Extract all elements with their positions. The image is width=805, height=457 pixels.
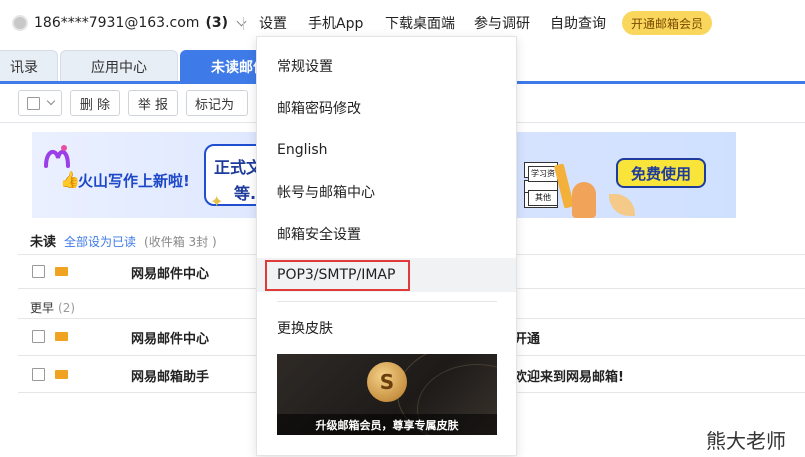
mark-as-label: 标记为 xyxy=(195,97,235,113)
envelope-icon xyxy=(55,332,68,341)
tab-contacts[interactable]: 讯录 xyxy=(0,50,58,82)
row-checkbox[interactable] xyxy=(32,368,45,381)
mark-all-read-link[interactable]: 全部设为已读 xyxy=(64,233,136,250)
envelope-icon xyxy=(55,370,68,379)
highlight-box xyxy=(265,260,410,291)
select-all-checkbox[interactable] xyxy=(26,96,40,110)
account-menu[interactable]: 186****7931@163.com (3) xyxy=(12,13,247,33)
earlier-section-header: 更早 (2) xyxy=(30,299,75,316)
tab-app-center[interactable]: 应用中心 xyxy=(60,50,178,82)
unread-title: 未读 xyxy=(30,235,57,250)
chevron-down-icon xyxy=(46,96,55,106)
sender: 网易邮箱助手 xyxy=(131,370,210,385)
nav-mobile-app[interactable]: 手机App xyxy=(308,13,363,33)
unread-count: (3) xyxy=(205,15,228,31)
menu-divider xyxy=(277,301,497,302)
logo-icon xyxy=(44,145,70,168)
thumbs-up-icon: 👍 xyxy=(60,170,80,189)
delete-button[interactable]: 删 除 xyxy=(70,90,120,116)
subject: 欢迎来到网易邮箱! xyxy=(514,370,624,385)
earlier-title: 更早 xyxy=(30,301,55,315)
subject: 开通 xyxy=(514,332,541,347)
envelope-icon xyxy=(55,267,68,276)
menu-item-english[interactable]: English xyxy=(257,133,516,167)
skin-promo-card[interactable]: S 升级邮箱会员，尊享专属皮肤 xyxy=(277,354,497,435)
inbox-count: (收件箱 3封 ) xyxy=(144,235,217,249)
vip-button[interactable]: 开通邮箱会员 xyxy=(622,11,712,35)
skin-caption: 升级邮箱会员，尊享专属皮肤 xyxy=(277,414,497,435)
sender: 网易邮件中心 xyxy=(131,267,210,282)
menu-item-change-skin[interactable]: 更换皮肤 xyxy=(257,311,516,345)
divider xyxy=(243,17,244,30)
vip-coin-icon: S xyxy=(367,362,407,402)
table-cell-other: 其他 xyxy=(528,190,558,206)
menu-item-account-center[interactable]: 帐号与邮箱中心 xyxy=(257,175,516,209)
free-use-button[interactable]: 免费使用 xyxy=(616,158,706,188)
mark-as-button[interactable]: 标记为 xyxy=(186,90,248,116)
chevron-down-icon xyxy=(236,16,247,26)
person-illustration xyxy=(572,182,596,218)
menu-item-password[interactable]: 邮箱密码修改 xyxy=(257,91,516,125)
nav-settings[interactable]: 设置 xyxy=(259,13,287,33)
bubble-text-2: 等. xyxy=(234,184,257,203)
avatar-icon xyxy=(12,15,28,31)
nav-survey[interactable]: 参与调研 xyxy=(474,13,530,33)
row-checkbox[interactable] xyxy=(32,265,45,278)
account-email: 186****7931@163.com xyxy=(34,15,200,31)
row-checkbox[interactable] xyxy=(32,330,45,343)
nav-self-service[interactable]: 自助查询 xyxy=(550,13,606,33)
sparkle-icon: ✦ xyxy=(210,192,224,211)
banner-title: 火山写作上新啦! xyxy=(78,172,190,190)
nav-download-desktop[interactable]: 下载桌面端 xyxy=(385,13,455,33)
select-all-button[interactable] xyxy=(18,90,62,116)
mail-toolbar: 删 除 举 报 标记为 xyxy=(18,90,248,120)
leaf-illustration xyxy=(609,194,635,216)
unread-section-header: 未读 全部设为已读 (收件箱 3封 ) xyxy=(30,231,217,250)
bubble-text-1: 正式文 xyxy=(214,158,263,177)
report-button[interactable]: 举 报 xyxy=(128,90,178,116)
menu-item-security[interactable]: 邮箱安全设置 xyxy=(257,217,516,251)
earlier-count: (2) xyxy=(58,301,76,315)
sender: 网易邮件中心 xyxy=(131,332,210,347)
settings-dropdown: 常规设置 邮箱密码修改 English 帐号与邮箱中心 邮箱安全设置 POP3/… xyxy=(256,36,517,456)
menu-item-general-settings[interactable]: 常规设置 xyxy=(257,49,516,83)
watermark: 熊大老师 xyxy=(706,429,786,453)
